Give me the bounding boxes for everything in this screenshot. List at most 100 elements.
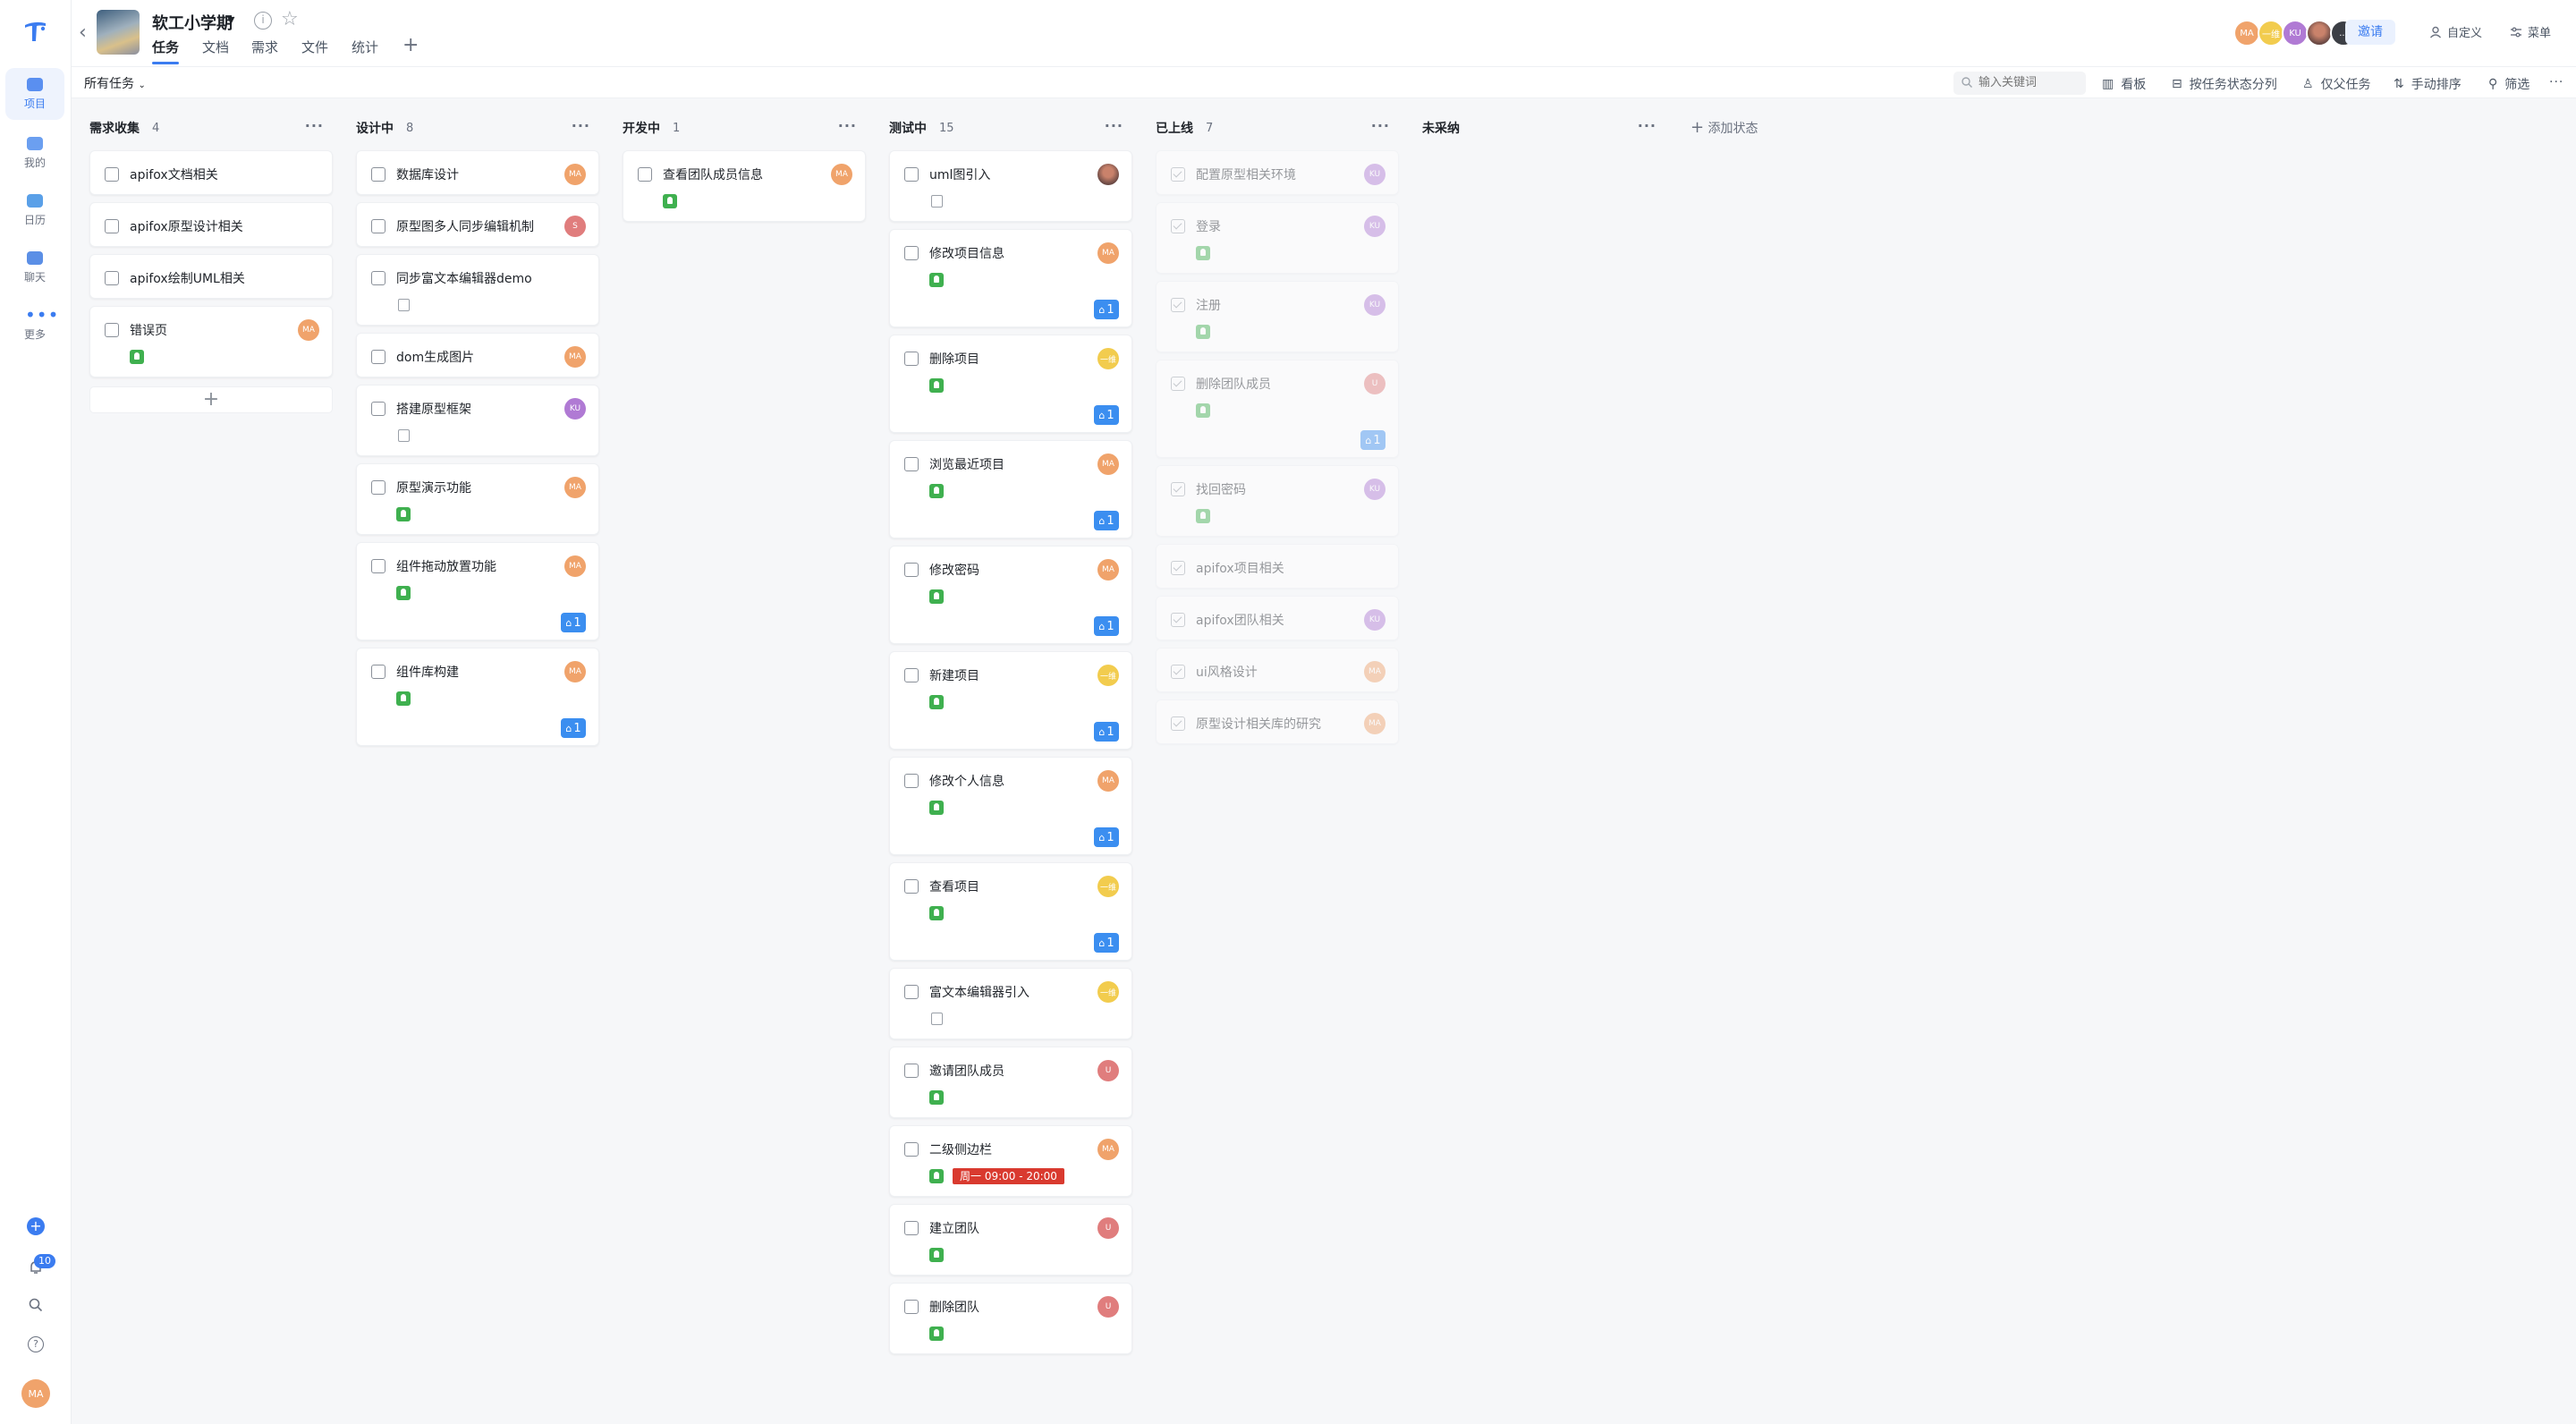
task-card[interactable]: 修改项目信息 MA ⌂ 1 (889, 229, 1132, 327)
task-card[interactable]: apifox原型设计相关 (89, 202, 333, 247)
more-options-icon[interactable]: ··· (572, 117, 590, 134)
assignee-avatar[interactable]: KU (1364, 164, 1385, 185)
sidebar-item-calendar[interactable]: 日历 (5, 184, 64, 236)
assignee-avatar[interactable]: MA (1364, 713, 1385, 734)
task-card[interactable]: 查看团队成员信息 MA (623, 150, 866, 222)
task-checkbox[interactable] (638, 167, 652, 182)
subtask-count-badge[interactable]: ⌂ 1 (1094, 300, 1119, 319)
subtask-count-badge[interactable]: ⌂ 1 (561, 613, 586, 632)
task-card[interactable]: 修改密码 MA ⌂ 1 (889, 546, 1132, 644)
invite-button[interactable]: 邀请 (2345, 20, 2395, 45)
assignee-avatar[interactable]: KU (564, 398, 586, 420)
task-card[interactable]: 邀请团队成员 U (889, 1047, 1132, 1118)
task-card[interactable]: apifox项目相关 (1156, 544, 1399, 589)
search-icon[interactable] (24, 1293, 47, 1317)
assignee-avatar[interactable]: 一维 (1097, 348, 1119, 369)
member-avatar[interactable] (2306, 20, 2333, 47)
task-checkbox[interactable] (904, 1142, 919, 1157)
subtask-count-badge[interactable]: ⌂ 1 (561, 718, 586, 738)
create-icon[interactable]: + (24, 1215, 47, 1238)
assignee-avatar[interactable]: U (1097, 1060, 1119, 1081)
add-status-button[interactable]: + 添加状态 (1690, 118, 1758, 137)
app-logo-icon[interactable] (21, 18, 48, 45)
task-checkbox[interactable] (371, 350, 386, 364)
add-task-button[interactable]: + (89, 386, 333, 413)
task-card[interactable]: 查看项目 一维 ⌂ 1 (889, 862, 1132, 961)
task-checkbox[interactable] (904, 774, 919, 788)
task-card[interactable]: 错误页 MA (89, 306, 333, 377)
add-tab-icon[interactable]: + (402, 34, 419, 56)
task-checkbox[interactable] (904, 352, 919, 366)
subtask-count-badge[interactable]: ⌂ 1 (1094, 616, 1119, 636)
task-checkbox[interactable] (1171, 716, 1185, 731)
task-checkbox[interactable] (371, 402, 386, 416)
assignee-avatar[interactable]: MA (1097, 770, 1119, 792)
task-card[interactable]: apifox文档相关 (89, 150, 333, 195)
board-view-button[interactable]: ▥ 看板 (2102, 75, 2146, 93)
task-checkbox[interactable] (1171, 482, 1185, 496)
task-card[interactable]: 修改个人信息 MA ⌂ 1 (889, 757, 1132, 855)
tab-3[interactable]: 文件 (301, 38, 328, 64)
assignee-avatar[interactable]: MA (298, 319, 319, 341)
task-checkbox[interactable] (1171, 167, 1185, 182)
task-checkbox[interactable] (1171, 377, 1185, 391)
task-checkbox[interactable] (904, 1221, 919, 1235)
task-card[interactable]: 找回密码 KU (1156, 465, 1399, 537)
search-input[interactable] (1953, 72, 2086, 95)
task-checkbox[interactable] (1171, 665, 1185, 679)
back-icon[interactable]: ‹ (79, 21, 87, 44)
sidebar-item-more[interactable]: ••• 更多 (5, 299, 64, 351)
task-card[interactable]: 富文本编辑器引入 一维 (889, 968, 1132, 1039)
task-checkbox[interactable] (105, 271, 119, 285)
more-options-icon[interactable]: ··· (1105, 117, 1123, 134)
assignee-avatar[interactable]: U (1364, 373, 1385, 394)
tab-0[interactable]: 任务 (152, 38, 180, 64)
task-card[interactable]: 组件库构建 MA ⌂ 1 (356, 648, 599, 746)
task-card[interactable]: 原型演示功能 MA (356, 463, 599, 535)
chevron-down-icon[interactable]: ▼ (227, 14, 234, 26)
task-checkbox[interactable] (105, 219, 119, 233)
task-checkbox[interactable] (371, 219, 386, 233)
task-card[interactable]: 建立团队 U (889, 1204, 1132, 1276)
member-avatars[interactable]: MA 一维 KU... (2233, 20, 2357, 47)
subtask-count-badge[interactable]: ⌂ 1 (1360, 430, 1385, 450)
help-icon[interactable]: ? (24, 1333, 47, 1356)
task-card[interactable]: 注册 KU (1156, 281, 1399, 352)
subtask-count-badge[interactable]: ⌂ 1 (1094, 827, 1119, 847)
assignee-avatar[interactable]: 一维 (1097, 876, 1119, 897)
filter-button[interactable]: ⚲ 筛选 (2488, 75, 2529, 93)
task-checkbox[interactable] (1171, 219, 1185, 233)
user-avatar[interactable]: MA (21, 1379, 50, 1408)
customize-button[interactable]: 自定义 (2429, 23, 2482, 40)
task-checkbox[interactable] (371, 665, 386, 679)
more-options-icon[interactable]: ··· (2549, 75, 2563, 89)
assignee-avatar[interactable]: MA (1097, 559, 1119, 581)
task-card[interactable]: ui风格设计 MA (1156, 648, 1399, 692)
menu-button[interactable]: 菜单 (2510, 23, 2551, 40)
assignee-avatar[interactable]: KU (1364, 479, 1385, 500)
tab-2[interactable]: 需求 (251, 38, 278, 64)
assignee-avatar[interactable]: MA (564, 555, 586, 577)
task-card[interactable]: 原型设计相关库的研究 MA (1156, 699, 1399, 744)
task-checkbox[interactable] (904, 246, 919, 260)
task-checkbox[interactable] (1171, 561, 1185, 575)
assignee-avatar[interactable]: MA (564, 661, 586, 682)
task-checkbox[interactable] (371, 480, 386, 495)
task-card[interactable]: 配置原型相关环境 KU (1156, 150, 1399, 195)
task-card[interactable]: 浏览最近项目 MA ⌂ 1 (889, 440, 1132, 538)
assignee-avatar[interactable]: MA (1097, 242, 1119, 264)
sort-button[interactable]: ⇅ 手动排序 (2394, 75, 2462, 93)
subtask-count-badge[interactable]: ⌂ 1 (1094, 722, 1119, 742)
assignee-avatar[interactable]: KU (1364, 294, 1385, 316)
assignee-avatar[interactable]: 一维 (1097, 665, 1119, 686)
star-icon[interactable]: ☆ (281, 8, 299, 30)
task-card[interactable]: uml图引入 (889, 150, 1132, 222)
task-checkbox[interactable] (1171, 613, 1185, 627)
task-card[interactable]: 新建项目 一维 ⌂ 1 (889, 651, 1132, 750)
subtask-count-badge[interactable]: ⌂ 1 (1094, 933, 1119, 953)
task-checkbox[interactable] (904, 985, 919, 999)
task-card[interactable]: 删除团队 U (889, 1283, 1132, 1354)
task-checkbox[interactable] (371, 559, 386, 573)
assignee-avatar[interactable]: KU (1364, 609, 1385, 631)
task-checkbox[interactable] (904, 167, 919, 182)
